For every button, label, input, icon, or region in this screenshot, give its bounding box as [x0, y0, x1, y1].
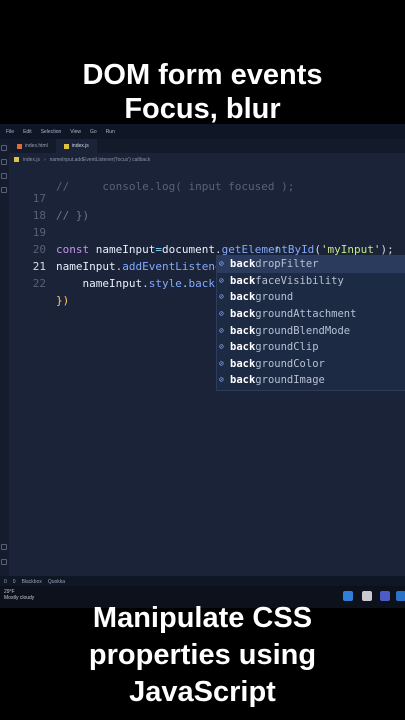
- code-line-17: 17 // }): [9, 173, 405, 222]
- code-line-18: 18: [9, 190, 405, 222]
- code-line-20: 20 nameInput.addEventListener('focus', (…: [9, 224, 405, 273]
- property-icon: ⊘: [219, 292, 224, 302]
- source-control-icon[interactable]: [1, 173, 7, 179]
- code-text: nameInput.style.back: [82, 277, 215, 290]
- menu-selection[interactable]: Selection: [41, 129, 62, 135]
- suggestion-label: backgroundImage: [230, 374, 325, 387]
- menu-go[interactable]: Go: [90, 129, 97, 135]
- suggestion-item[interactable]: ⊘ backgroundColor: [217, 356, 405, 373]
- autocomplete-suggestions[interactable]: ⊘ backdropFilter ⊘ backfaceVisibility ⊘ backg…: [216, 255, 405, 391]
- menu-edit[interactable]: Edit: [23, 129, 32, 135]
- html-file-icon: [17, 143, 22, 149]
- suggestion-label: backgroundClip: [230, 341, 319, 354]
- suggestion-item[interactable]: ⊘ backfaceVisibility: [217, 273, 405, 290]
- status-quokka[interactable]: Quokka: [48, 579, 65, 585]
- activity-bar: [0, 139, 9, 579]
- menu-file[interactable]: File: [6, 129, 14, 135]
- text-cursor-icon: I: [276, 245, 279, 254]
- account-icon[interactable]: [1, 544, 7, 550]
- suggestion-label: backgroundColor: [230, 357, 325, 370]
- tab-label: index.js: [71, 143, 89, 149]
- line-number: 22: [32, 277, 46, 290]
- status-blackbox[interactable]: Blackbox: [22, 579, 42, 585]
- tab-index-html[interactable]: index.html: [9, 139, 56, 153]
- property-icon: ⊘: [219, 275, 224, 285]
- property-icon: ⊘: [219, 342, 224, 352]
- extensions-icon[interactable]: [1, 187, 7, 193]
- code-line-19: 19 const nameInput=document.getElementBy…: [9, 207, 405, 256]
- suggestion-item[interactable]: ⊘ backgroundBlendMode: [217, 322, 405, 339]
- editor-tabs: index.html index.js: [9, 139, 405, 153]
- menu-bar: File Edit Selection View Go Run: [0, 124, 405, 139]
- js-file-icon: [63, 143, 69, 149]
- warnings-count[interactable]: 0: [13, 579, 16, 585]
- suggestion-item[interactable]: ⊘ backgroundClip: [217, 339, 405, 356]
- suggestion-label: backdropFilter: [230, 258, 319, 271]
- caption-bottom-line-2: properties using: [88, 639, 317, 671]
- search-icon[interactable]: [1, 159, 7, 165]
- property-icon: ⊘: [219, 358, 224, 368]
- code-text: }): [56, 294, 70, 307]
- caption-top: DOM form events Focus, blur: [0, 58, 405, 126]
- suggestion-item[interactable]: ⊘ backgroundImage: [217, 372, 405, 389]
- caption-top-line-2: Focus, blur: [124, 93, 281, 125]
- suggestion-label: background: [230, 291, 294, 304]
- caption-bottom-line-3: JavaScript: [129, 676, 276, 708]
- explorer-icon[interactable]: [1, 145, 7, 151]
- suggestion-label: backgroundAttachment: [230, 308, 357, 321]
- code-editor-window: File Edit Selection View Go Run index.ht…: [0, 124, 405, 594]
- menu-view[interactable]: View: [70, 129, 81, 135]
- suggestion-label: backgroundBlendMode: [230, 324, 351, 337]
- suggestion-label: backfaceVisibility: [230, 274, 344, 287]
- caption-bottom-line-1: Manipulate CSS: [92, 602, 313, 634]
- property-icon: ⊘: [219, 325, 224, 335]
- caption-bottom: Manipulate CSS properties using JavaScri…: [0, 600, 405, 711]
- suggestion-item[interactable]: ⊘ backdropFilter: [217, 256, 405, 273]
- property-icon: ⊘: [219, 259, 224, 269]
- errors-count[interactable]: 0: [4, 579, 7, 585]
- property-icon: ⊘: [219, 375, 224, 385]
- suggestion-item[interactable]: ⊘ backgroundAttachment: [217, 306, 405, 323]
- menu-run[interactable]: Run: [106, 129, 115, 135]
- tab-index-js[interactable]: index.js: [55, 139, 97, 153]
- tab-label: index.html: [25, 143, 48, 149]
- suggestion-item[interactable]: ⊘ background: [217, 289, 405, 306]
- gear-icon[interactable]: [1, 559, 7, 565]
- property-icon: ⊘: [219, 309, 224, 319]
- caption-top-line-1: DOM form events: [82, 59, 323, 91]
